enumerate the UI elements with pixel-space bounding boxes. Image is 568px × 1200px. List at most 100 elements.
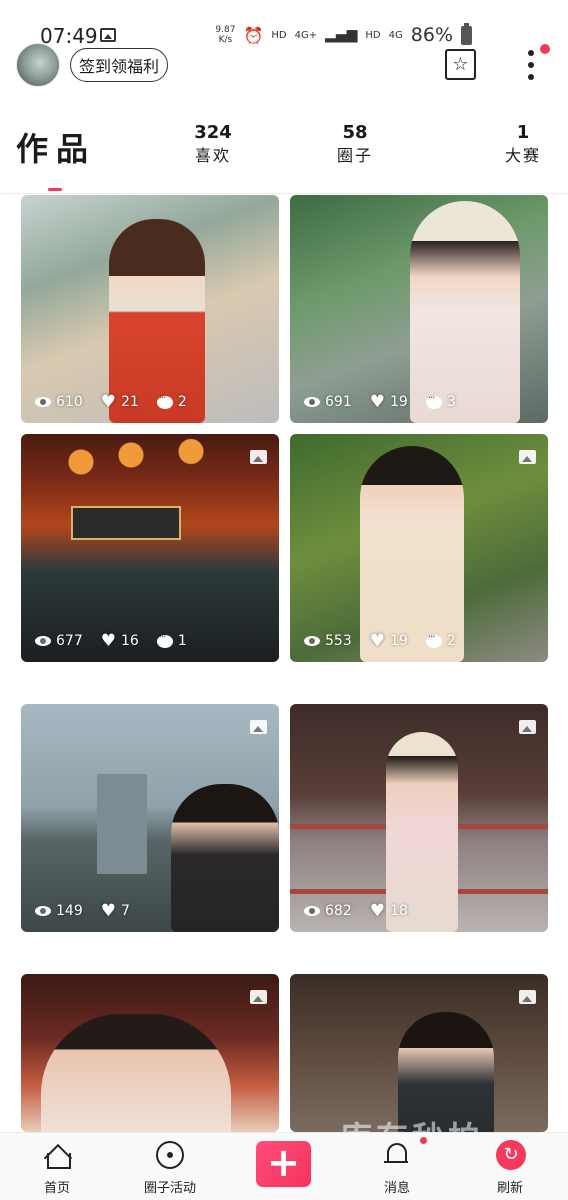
post-metrics: 553 ♥19 2 <box>304 631 456 651</box>
view-count: 682 <box>325 903 352 919</box>
heart-icon: ♥ <box>369 392 385 412</box>
image-icon <box>250 720 267 734</box>
comment-icon <box>156 393 173 409</box>
network-type-1: 4G+ <box>294 29 318 41</box>
heart-icon: ♥ <box>369 631 385 651</box>
comment-icon <box>425 393 442 409</box>
post-card[interactable] <box>21 974 279 1132</box>
works-tab[interactable]: 作品 <box>16 124 96 170</box>
status-indicators: 9.87 K/s ⏰ HD 4G+ ▂▄▆ HD 4G 86% <box>215 22 472 46</box>
photo-content <box>360 446 464 662</box>
photo-content <box>97 774 147 874</box>
status-time: 07:49 <box>40 24 98 48</box>
post-card[interactable]: 610 ♥21 2 <box>21 195 279 423</box>
eye-icon <box>304 636 320 646</box>
like-count: 19 <box>389 633 408 649</box>
view-count: 691 <box>325 394 352 410</box>
contests-label: 大赛 <box>504 146 541 165</box>
network-type-2: 4G <box>388 29 403 41</box>
image-icon <box>250 450 267 464</box>
post-card[interactable]: 677 ♥16 1 <box>21 434 279 662</box>
photo-content <box>109 219 205 423</box>
like-count: 19 <box>389 394 408 410</box>
image-icon <box>519 720 536 734</box>
image-icon <box>250 990 267 1004</box>
like-count: 21 <box>120 394 139 410</box>
circles-label: 圈子 <box>336 146 373 165</box>
nav-messages[interactable]: 消息 <box>352 1133 442 1200</box>
post-metrics: 677 ♥16 1 <box>35 631 187 651</box>
photo-content <box>386 732 458 932</box>
header-divider <box>0 193 568 194</box>
comment-icon <box>425 632 442 648</box>
view-count: 553 <box>325 633 352 649</box>
bell-icon <box>384 1141 410 1167</box>
image-icon <box>519 990 536 1004</box>
post-metrics: 682 ♥ 18 <box>304 901 408 921</box>
nav-refresh[interactable]: ↻ 刷新 <box>465 1133 555 1200</box>
alarm-icon: ⏰ <box>243 25 264 45</box>
refresh-icon: ↻ <box>496 1140 526 1170</box>
stat-circles[interactable]: 58 圈子 <box>332 122 378 168</box>
post-card[interactable] <box>290 974 548 1132</box>
post-card[interactable]: 553 ♥19 2 <box>290 434 548 662</box>
watermark: 库存秒拍 <box>340 1113 484 1132</box>
stat-contests[interactable]: 1 大赛 <box>500 122 546 168</box>
image-icon <box>519 450 536 464</box>
like-count: 18 <box>389 903 408 919</box>
post-card[interactable]: 682 ♥ 18 <box>290 704 548 932</box>
checkin-button[interactable]: 签到领福利 <box>70 48 169 82</box>
nav-circle-activity[interactable]: 圈子活动 <box>125 1133 215 1200</box>
heart-icon: ♥ <box>100 901 116 921</box>
add-post-button[interactable]: + <box>256 1141 311 1187</box>
post-metrics: 149 ♥ 7 <box>35 901 130 921</box>
circle-activity-icon <box>156 1141 184 1169</box>
like-count: 16 <box>120 633 139 649</box>
battery-percent: 86% <box>410 24 453 46</box>
status-bar: 07:49 9.87 K/s ⏰ HD 4G+ ▂▄▆ HD 4G 86% <box>0 0 568 48</box>
comment-count: 2 <box>177 394 187 410</box>
heart-icon: ♥ <box>369 901 385 921</box>
avatar[interactable] <box>16 43 60 87</box>
image-notification-icon <box>100 28 116 42</box>
comment-count: 3 <box>446 394 456 410</box>
battery-icon <box>461 22 472 45</box>
nav-refresh-label: 刷新 <box>496 1181 523 1196</box>
comment-icon <box>156 632 173 648</box>
eye-icon <box>304 397 320 407</box>
eye-icon <box>35 906 51 916</box>
likes-label: 喜欢 <box>194 146 231 165</box>
post-metrics: 610 ♥21 2 <box>35 392 187 412</box>
message-notification-dot <box>420 1137 427 1144</box>
more-vertical-icon[interactable] <box>522 50 540 82</box>
comment-count: 2 <box>446 633 456 649</box>
post-card[interactable]: 691 ♥19 3 <box>290 195 548 423</box>
contests-count: 1 <box>516 122 530 143</box>
photo-content <box>410 201 520 423</box>
home-icon <box>43 1143 71 1169</box>
active-tab-indicator <box>48 188 62 191</box>
post-card[interactable]: 149 ♥ 7 <box>21 704 279 932</box>
heart-icon: ♥ <box>100 631 116 651</box>
hd-label-1: HD <box>271 29 287 41</box>
post-metrics: 691 ♥19 3 <box>304 392 456 412</box>
network-speed: 9.87 K/s <box>215 25 236 45</box>
star-icon[interactable]: ☆ <box>445 49 476 80</box>
stat-likes[interactable]: 324 喜欢 <box>190 122 236 168</box>
view-count: 149 <box>56 903 83 919</box>
eye-icon <box>304 906 320 916</box>
notification-dot <box>540 44 550 54</box>
likes-count: 324 <box>194 122 232 143</box>
comment-count: 1 <box>177 633 187 649</box>
hd-label-2: HD <box>365 29 381 41</box>
heart-icon: ♥ <box>100 392 116 412</box>
view-count: 610 <box>56 394 83 410</box>
photo-content <box>171 784 279 932</box>
works-grid: 610 ♥21 2 691 ♥19 3 677 ♥16 1 553 ♥19 2 <box>0 195 568 1132</box>
nav-home[interactable]: 首页 <box>12 1133 102 1200</box>
eye-icon <box>35 397 51 407</box>
like-count: 7 <box>120 903 130 919</box>
photo-content <box>41 434 241 504</box>
photo-content <box>71 506 181 540</box>
nav-home-label: 首页 <box>43 1181 70 1196</box>
